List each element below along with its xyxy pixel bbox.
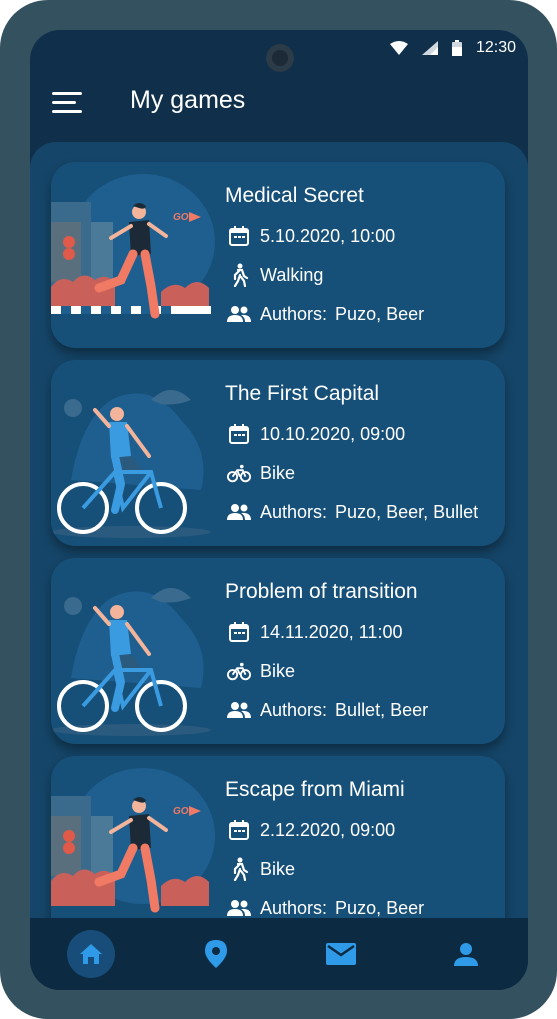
game-card[interactable]: GO Medical Secret 5.10.2020, 10:00 Walki… (51, 162, 505, 348)
bike-icon (227, 659, 251, 683)
calendar-icon (227, 620, 251, 644)
game-mode-row: Bike (227, 461, 295, 485)
game-date: 10.10.2020, 09:00 (260, 423, 406, 444)
authors-label: Authors: (260, 897, 328, 918)
walking-illustration: GO (51, 174, 215, 319)
game-authors-row: Authors: Puzo, Beer, Bullet (227, 500, 478, 524)
game-date-row: 2.12.2020, 09:00 (227, 818, 395, 842)
game-date-row: 10.10.2020, 09:00 (227, 422, 405, 446)
game-authors: Puzo, Beer, Bullet (335, 501, 479, 522)
nav-profile[interactable] (442, 930, 490, 978)
battery-icon (451, 40, 462, 56)
profile-icon (454, 943, 478, 966)
game-card[interactable]: Problem of transition 14.11.2020, 11:00 … (51, 558, 505, 744)
mail-icon (326, 943, 356, 965)
bike-illustration (51, 588, 211, 736)
status-time: 12:30 (475, 39, 516, 56)
bike-illustration (51, 390, 211, 538)
game-mode-row: Bike (227, 659, 295, 683)
phone-frame: 12:30 My games GO Medical Secret 5.10.20… (0, 0, 557, 1019)
wifi-icon (389, 41, 408, 55)
game-title: Medical Secret (225, 184, 364, 207)
authors-label: Authors: (260, 501, 328, 522)
calendar-icon (227, 224, 251, 248)
game-title: Escape from Miami (225, 778, 405, 801)
walking-icon (227, 263, 251, 287)
game-mode: Bike (260, 462, 296, 483)
game-date: 5.10.2020, 10:00 (260, 225, 396, 246)
bike-icon (227, 461, 251, 485)
game-date-row: 14.11.2020, 11:00 (227, 620, 402, 644)
game-authors: Puzo, Beer (335, 897, 425, 918)
location-pin-icon (205, 940, 227, 968)
people-icon (227, 302, 251, 326)
game-title: Problem of transition (225, 580, 418, 603)
walking-icon (227, 857, 251, 881)
go-sign: GO (173, 806, 189, 817)
game-date: 14.11.2020, 11:00 (260, 621, 403, 642)
game-card[interactable]: The First Capital 10.10.2020, 09:00 Bike… (51, 360, 505, 546)
go-sign: GO (173, 212, 189, 223)
game-authors-row: Authors: Puzo, Beer (227, 896, 424, 920)
camera-lens (266, 44, 294, 72)
calendar-icon (227, 818, 251, 842)
people-icon (227, 698, 251, 722)
game-authors: Puzo, Beer (335, 303, 425, 324)
game-title: The First Capital (225, 382, 380, 405)
status-bar: 12:30 (389, 38, 516, 58)
game-date: 2.12.2020, 09:00 (260, 819, 396, 840)
walking-illustration: GO (51, 768, 215, 913)
people-icon (227, 896, 251, 920)
game-mode: Bike (260, 858, 296, 879)
game-authors-row: Authors: Puzo, Beer (227, 302, 424, 326)
nav-messages[interactable] (317, 930, 365, 978)
authors-label: Authors: (260, 699, 328, 720)
game-authors-row: Authors: Bullet, Beer (227, 698, 428, 722)
signal-icon (421, 41, 438, 55)
game-date-row: 5.10.2020, 10:00 (227, 224, 395, 248)
game-mode: Walking (260, 264, 324, 285)
game-authors: Bullet, Beer (335, 699, 429, 720)
game-mode-row: Bike (227, 857, 295, 881)
people-icon (227, 500, 251, 524)
app-header: My games (30, 82, 528, 126)
game-card[interactable]: GO Escape from Miami 2.12.2020, 09:00 Bi… (51, 756, 505, 942)
home-icon (80, 944, 102, 964)
nav-home[interactable] (67, 930, 115, 978)
screen: 12:30 My games GO Medical Secret 5.10.20… (30, 30, 528, 990)
bottom-nav (30, 918, 528, 990)
nav-map[interactable] (192, 930, 240, 978)
hamburger-menu-icon[interactable] (52, 88, 84, 116)
page-title: My games (130, 86, 246, 114)
calendar-icon (227, 422, 251, 446)
authors-label: Authors: (260, 303, 328, 324)
game-mode-row: Walking (227, 263, 323, 287)
games-list: GO Medical Secret 5.10.2020, 10:00 Walki… (30, 142, 528, 942)
game-mode: Bike (260, 660, 296, 681)
